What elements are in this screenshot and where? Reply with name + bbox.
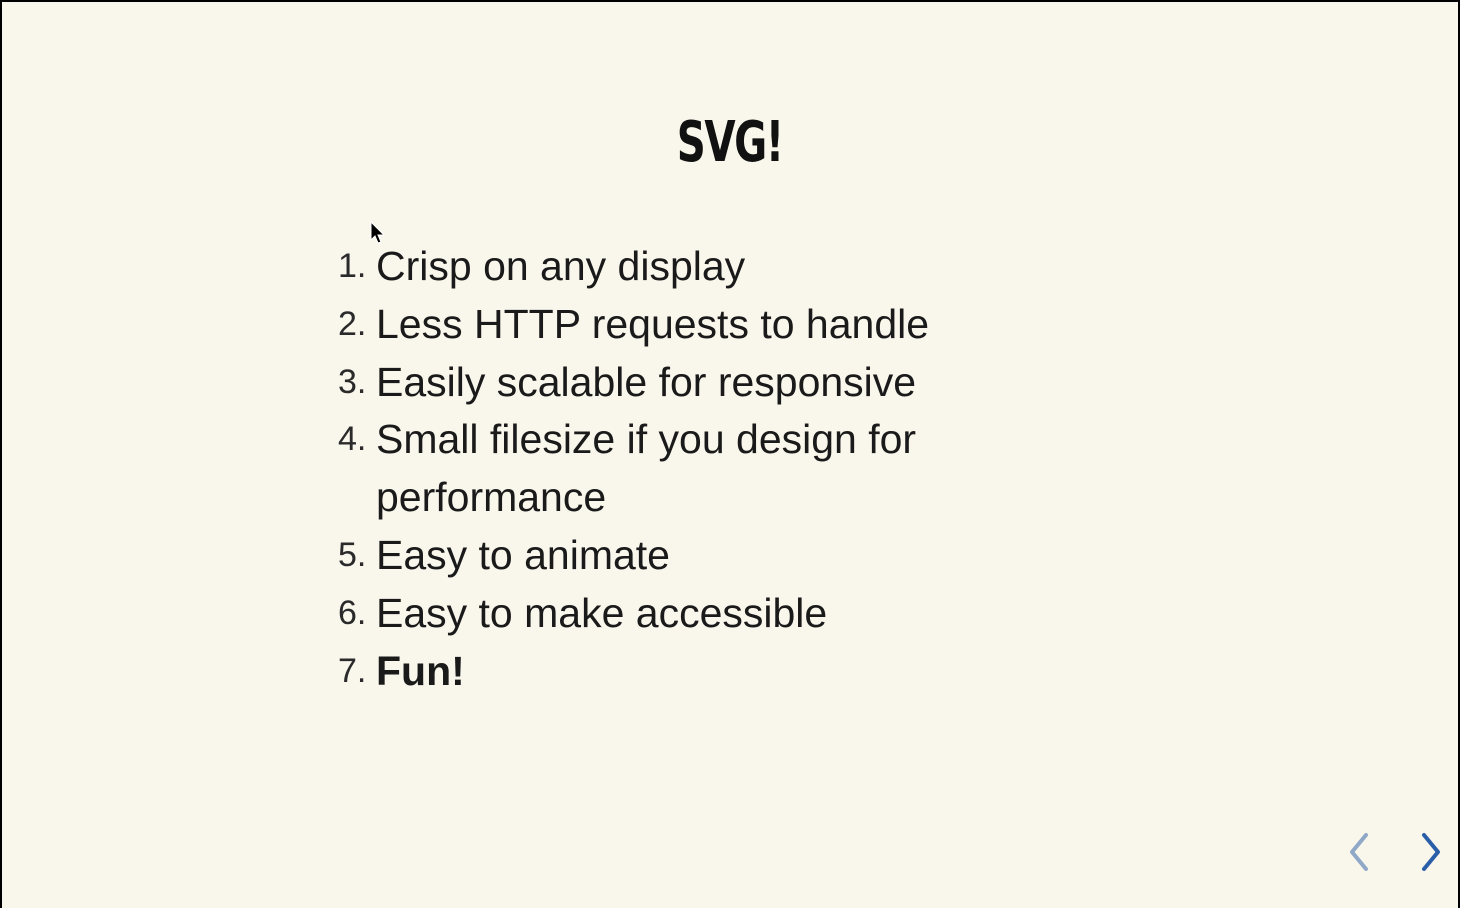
list-item: 7. Fun! [338, 643, 956, 701]
list-item: 3. Easily scalable for responsive [338, 354, 956, 412]
list-item: 2. Less HTTP requests to handle [338, 296, 956, 354]
list-item-number: 3. [338, 362, 367, 401]
previous-slide-button[interactable] [1344, 830, 1376, 874]
list-item-text: Less HTTP requests to handle [376, 300, 930, 347]
chevron-right-icon [1422, 833, 1440, 871]
list-item-text: Easy to animate [376, 531, 670, 578]
list-item: 5. Easy to animate [338, 527, 956, 585]
list-item: 1. Crisp on any display [338, 238, 956, 296]
feature-list: 1. Crisp on any display 2. Less HTTP req… [338, 238, 956, 700]
list-item-number: 6. [338, 593, 367, 632]
slide: SVG! 1. Crisp on any display 2. Less HTT… [2, 2, 1458, 908]
list-item-text: Easy to make accessible [376, 589, 828, 636]
next-slide-button[interactable] [1414, 830, 1446, 874]
list-item: 4. Small filesize if you design for perf… [338, 411, 956, 527]
list-item: 6. Easy to make accessible [338, 585, 956, 643]
list-item-text: Small filesize if you design for perform… [376, 416, 917, 521]
list-item-text: Crisp on any display [376, 243, 746, 289]
slide-title: SVG! [676, 110, 784, 175]
list-item-text: Easily scalable for responsive [376, 358, 917, 405]
chevron-left-icon [1350, 833, 1368, 871]
list-item-number: 7. [338, 651, 367, 690]
list-item-number: 2. [338, 304, 367, 343]
list-item-number: 4. [338, 420, 367, 459]
list-item-text: Fun! [376, 647, 465, 694]
list-item-number: 5. [338, 535, 367, 574]
mouse-cursor-icon [370, 221, 386, 244]
